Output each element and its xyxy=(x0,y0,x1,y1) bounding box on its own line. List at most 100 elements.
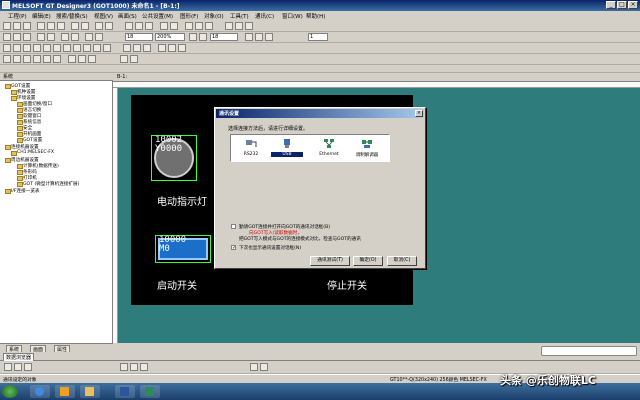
taskbar-explorer[interactable] xyxy=(80,385,100,398)
distribute-v-icon[interactable] xyxy=(260,363,268,371)
menu-figure[interactable]: 图形(F) xyxy=(180,12,198,20)
communication-test-button[interactable]: 通讯测试(T) xyxy=(310,256,350,266)
tree-item-ch1[interactable]: CH1:MELSEC-FX xyxy=(10,150,54,156)
script-icon[interactable] xyxy=(88,55,96,63)
device-icon[interactable] xyxy=(225,22,233,30)
menu-common[interactable]: 公共设置(M) xyxy=(142,12,173,20)
align-icon[interactable] xyxy=(23,33,31,41)
line-width-icon[interactable] xyxy=(143,44,151,52)
align-top-icon[interactable] xyxy=(120,363,128,371)
distribute-h-icon[interactable] xyxy=(250,363,258,371)
read-from-got-icon[interactable] xyxy=(105,22,113,30)
align-middle-icon[interactable] xyxy=(130,363,138,371)
text-icon[interactable] xyxy=(3,33,11,41)
switch-object-icon[interactable] xyxy=(3,55,11,63)
align-right-icon[interactable] xyxy=(24,363,32,371)
dialog-close-button[interactable]: × xyxy=(415,110,423,117)
library-icon[interactable] xyxy=(120,55,128,63)
zoom-plus-icon[interactable] xyxy=(189,33,197,41)
menu-window[interactable]: 窗口(W) xyxy=(282,12,303,20)
screen-icon[interactable] xyxy=(145,22,153,30)
connect-on-open-checkbox[interactable] xyxy=(231,224,236,229)
graph-object-icon[interactable] xyxy=(53,55,61,63)
taskbar-word[interactable] xyxy=(115,385,135,398)
line-icon[interactable] xyxy=(3,44,11,52)
tree-item-got-micro[interactable]: GOT (微型计算机连接扩展) xyxy=(16,181,79,187)
switch-object[interactable]: 10000 M0 xyxy=(155,235,211,263)
grid-select[interactable]: 1 xyxy=(308,33,328,41)
paint-icon[interactable] xyxy=(93,44,101,52)
menu-project[interactable]: 工程(P) xyxy=(8,12,27,20)
lamp-object-icon[interactable] xyxy=(13,55,21,63)
font-icon[interactable] xyxy=(13,33,21,41)
menu-search[interactable]: 搜索/替换(S) xyxy=(56,12,88,20)
ime-toolbar[interactable] xyxy=(541,346,637,356)
bring-front-icon[interactable] xyxy=(37,33,45,41)
snap-icon[interactable] xyxy=(245,33,253,41)
menu-object[interactable]: 对象(O) xyxy=(204,12,224,20)
align-left-icon[interactable] xyxy=(4,363,12,371)
send-back-icon[interactable] xyxy=(47,33,55,41)
copy-icon[interactable] xyxy=(47,22,55,30)
zoom-in-icon[interactable] xyxy=(85,33,93,41)
ok-button[interactable]: 确定(O) xyxy=(353,256,383,266)
arc-icon[interactable] xyxy=(53,44,61,52)
scale-icon[interactable] xyxy=(83,44,91,52)
save-icon[interactable] xyxy=(23,22,31,30)
numeric-display-icon[interactable] xyxy=(23,55,31,63)
rectangle-icon[interactable] xyxy=(23,44,31,52)
menu-tools[interactable]: 工具(T) xyxy=(230,12,249,20)
sector-icon[interactable] xyxy=(63,44,71,52)
zoom-minus-icon[interactable] xyxy=(199,33,207,41)
zoom-out-icon[interactable] xyxy=(95,33,103,41)
text-color-icon[interactable] xyxy=(178,44,186,52)
taskbar-gt-designer[interactable] xyxy=(140,385,160,398)
menu-edit[interactable]: 编辑(E) xyxy=(32,12,51,20)
font-size-select-1[interactable]: 18 xyxy=(125,33,153,41)
comment-icon[interactable] xyxy=(235,22,243,30)
tree-item-if-list[interactable]: I/F连接一览表 xyxy=(5,188,40,194)
tree-item-got-settings-2[interactable]: GOT设置 xyxy=(16,137,42,143)
maximize-button[interactable]: □ xyxy=(617,1,627,9)
numeric-input-icon[interactable] xyxy=(33,55,41,63)
zoom-select[interactable]: 200% xyxy=(155,33,185,41)
taskbar-ie[interactable] xyxy=(30,385,50,398)
option-usb[interactable]: USB xyxy=(271,137,303,161)
data-view-icon[interactable] xyxy=(205,22,213,30)
paste-icon[interactable] xyxy=(57,22,65,30)
text-display-icon[interactable] xyxy=(43,55,51,63)
polyline-icon[interactable] xyxy=(13,44,21,52)
new-icon[interactable] xyxy=(3,22,11,30)
minimize-button[interactable]: _ xyxy=(606,1,616,9)
redo-icon[interactable] xyxy=(81,22,89,30)
lock-icon[interactable] xyxy=(255,33,263,41)
template-icon[interactable] xyxy=(130,55,138,63)
cancel-button[interactable]: 取消(C) xyxy=(387,256,417,266)
alarm-object-icon[interactable] xyxy=(68,55,76,63)
parts-object-icon[interactable] xyxy=(78,55,86,63)
option-modem[interactable]: 调制解调器 xyxy=(351,137,383,161)
grid-icon[interactable] xyxy=(185,22,193,30)
font-size-select-2[interactable]: 18 xyxy=(210,33,238,41)
lamp-object[interactable]: 10002 Y0000 xyxy=(151,135,197,181)
close-button[interactable]: × xyxy=(628,1,638,9)
monitor-icon[interactable] xyxy=(125,22,133,30)
menu-communication[interactable]: 通讯(C) xyxy=(255,12,274,20)
start-button[interactable] xyxy=(2,385,18,398)
window-icon[interactable] xyxy=(160,22,168,30)
polygon-icon[interactable] xyxy=(33,44,41,52)
open-icon[interactable] xyxy=(13,22,21,30)
list-icon[interactable] xyxy=(245,22,253,30)
table-icon[interactable] xyxy=(73,44,81,52)
line-style-icon[interactable] xyxy=(133,44,141,52)
layer-icon[interactable] xyxy=(170,22,178,30)
align-center-icon[interactable] xyxy=(14,363,22,371)
taskbar-media[interactable] xyxy=(55,385,75,398)
guide-icon[interactable] xyxy=(265,33,273,41)
ungroup-icon[interactable] xyxy=(71,33,79,41)
align-bottom-icon[interactable] xyxy=(140,363,148,371)
group-icon[interactable] xyxy=(61,33,69,41)
circle-icon[interactable] xyxy=(43,44,51,52)
color-icon[interactable] xyxy=(123,44,131,52)
fill-icon[interactable] xyxy=(158,44,166,52)
